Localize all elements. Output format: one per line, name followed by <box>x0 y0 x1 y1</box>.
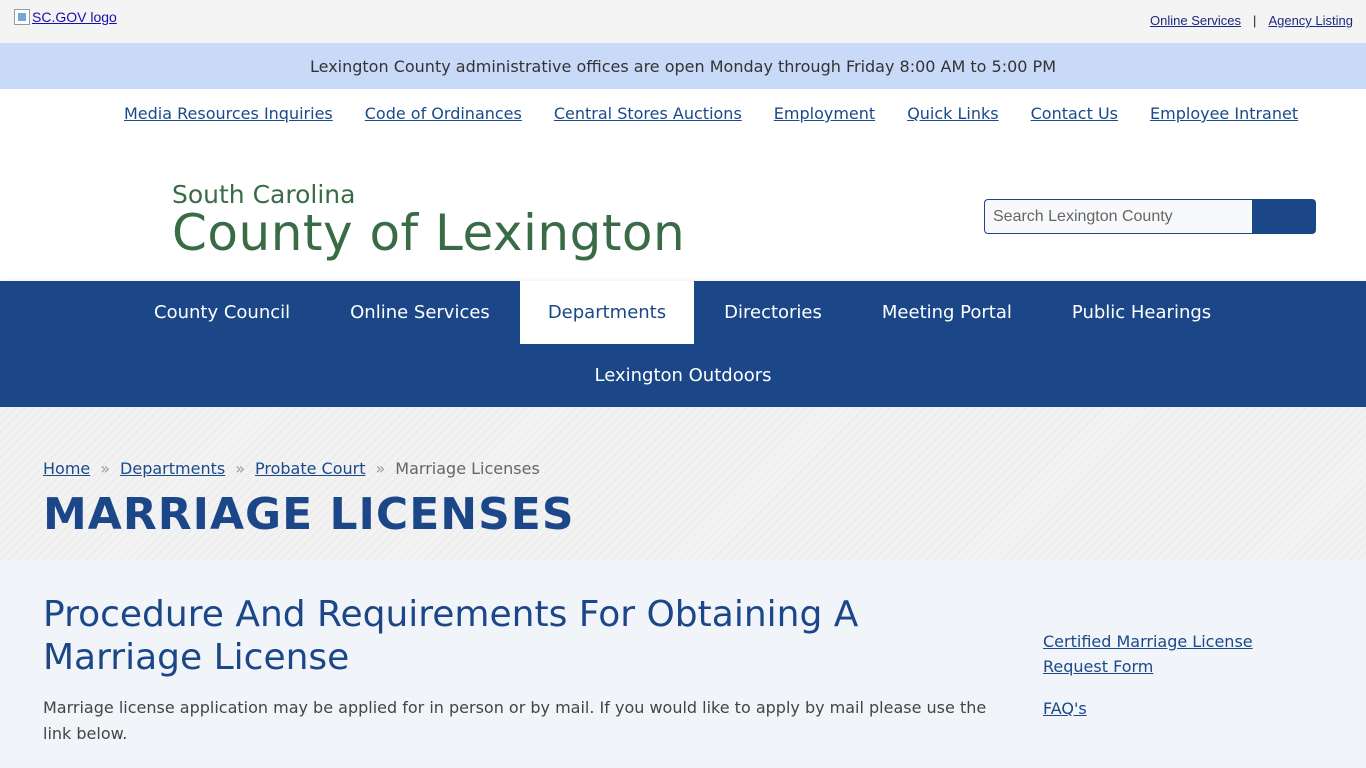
site-header: South Carolina County of Lexington <box>0 141 1366 281</box>
nav-item-label: Online Services <box>350 302 490 323</box>
sec-nav-employment[interactable]: Employment <box>774 104 875 123</box>
nav-public-hearings[interactable]: Public Hearings <box>1042 281 1241 344</box>
nav-directories[interactable]: Directories <box>694 281 852 344</box>
page-hero: Home » Departments » Probate Court » Mar… <box>0 407 1366 560</box>
nav-meeting-portal[interactable]: Meeting Portal <box>852 281 1042 344</box>
nav-item-label: Lexington Outdoors <box>594 365 772 386</box>
search-icon <box>1276 207 1292 226</box>
nav-item-label: Public Hearings <box>1071 302 1212 323</box>
page-title: MARRIAGE LICENSES <box>43 489 575 540</box>
breadcrumb-probate-court[interactable]: Probate Court <box>255 459 366 478</box>
breadcrumb-separator: » <box>100 459 111 478</box>
broken-image-icon <box>14 9 30 25</box>
agency-listing-link[interactable]: Agency Listing <box>1268 13 1353 28</box>
main-content: Procedure And Requirements For Obtaining… <box>0 560 1366 768</box>
nav-county-council[interactable]: County Council <box>124 281 320 344</box>
sc-gov-logo[interactable]: SC.GOV logo <box>14 9 117 25</box>
sc-gov-logo-alt-text: SC.GOV logo <box>32 9 117 25</box>
breadcrumb: Home » Departments » Probate Court » Mar… <box>43 459 540 478</box>
sec-nav-central-stores-auctions[interactable]: Central Stores Auctions <box>554 104 742 123</box>
content-paragraph: Marriage license application may be appl… <box>43 698 987 743</box>
sec-nav-quick-links[interactable]: Quick Links <box>907 104 998 123</box>
office-hours-banner: Lexington County administrative offices … <box>0 43 1366 89</box>
nav-item-label: Directories <box>724 302 822 323</box>
utility-link-separator: | <box>1253 13 1257 28</box>
secondary-nav: Media Resources Inquiries Code of Ordina… <box>0 89 1366 141</box>
breadcrumb-separator: » <box>375 459 386 478</box>
main-nav: County Council Online Services Departmen… <box>0 281 1366 407</box>
search-input[interactable] <box>984 199 1252 234</box>
nav-departments[interactable]: Departments <box>519 281 695 344</box>
breadcrumb-separator: » <box>235 459 245 478</box>
certified-marriage-license-request-link[interactable]: Certified Marriage License Request Form <box>1043 629 1303 679</box>
breadcrumb-home[interactable]: Home <box>43 459 90 478</box>
nav-item-label: Departments <box>547 302 667 323</box>
nav-item-label: Meeting Portal <box>881 302 1012 323</box>
online-services-utility-link[interactable]: Online Services <box>1150 13 1241 28</box>
brand-name[interactable]: County of Lexington <box>172 204 685 262</box>
faqs-link[interactable]: FAQ's <box>1043 696 1303 721</box>
utility-links: Online Services | Agency Listing <box>1150 13 1353 28</box>
sec-nav-code-of-ordinances[interactable]: Code of Ordinances <box>365 104 522 123</box>
site-search <box>984 199 1316 234</box>
nav-item-label: County Council <box>154 302 291 323</box>
sec-nav-employee-intranet[interactable]: Employee Intranet <box>1150 104 1298 123</box>
sec-nav-media-resources[interactable]: Media Resources Inquiries <box>124 104 333 123</box>
sidebar-links: Certified Marriage License Request Form … <box>1043 629 1303 721</box>
utility-bar: SC.GOV logo Online Services | Agency Lis… <box>0 0 1366 43</box>
breadcrumb-departments[interactable]: Departments <box>120 459 225 478</box>
office-hours-text: Lexington County administrative offices … <box>310 56 1056 76</box>
content-heading: Procedure And Requirements For Obtaining… <box>43 594 859 678</box>
breadcrumb-current: Marriage Licenses <box>395 459 540 478</box>
sec-nav-contact-us[interactable]: Contact Us <box>1031 104 1118 123</box>
search-button[interactable] <box>1252 199 1316 234</box>
nav-lexington-outdoors[interactable]: Lexington Outdoors <box>594 344 771 407</box>
nav-online-services[interactable]: Online Services <box>320 281 520 344</box>
